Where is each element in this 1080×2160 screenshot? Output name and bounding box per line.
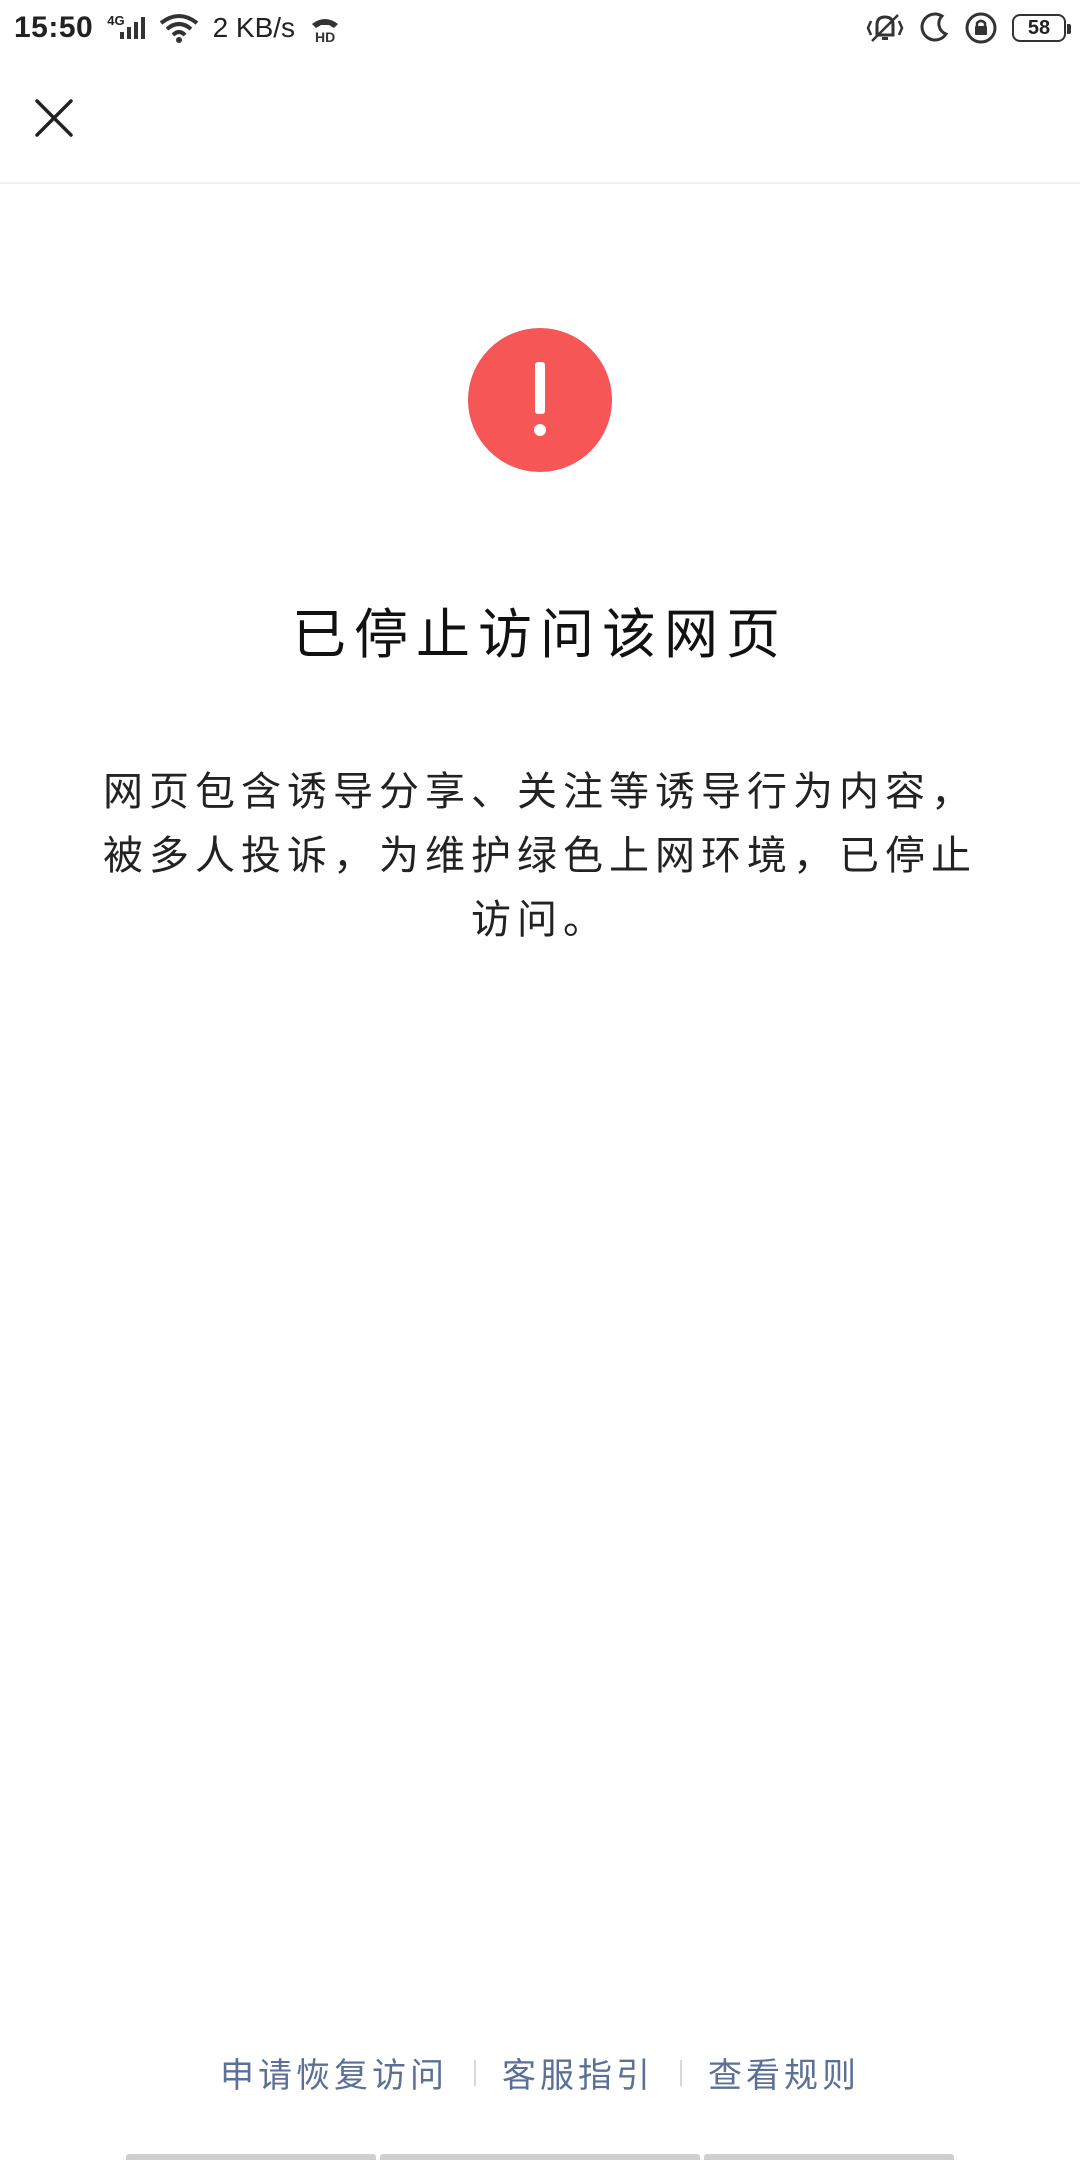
gesture-bar-left: [126, 2154, 376, 2160]
hd-call-icon: HD: [309, 12, 341, 44]
footer-divider: [474, 2059, 476, 2086]
battery-indicator: 58: [1012, 14, 1071, 42]
view-rules-link[interactable]: 查看规则: [708, 2048, 860, 2097]
wifi-icon: [159, 13, 199, 43]
close-button[interactable]: [28, 92, 80, 144]
close-icon: [35, 99, 73, 137]
status-left: 15:50 4G 2 KB/s HD: [14, 11, 341, 45]
network-speed: 2 KB/s: [212, 12, 296, 43]
alert-icon: [468, 328, 612, 472]
gesture-bar-middle: [380, 2154, 700, 2160]
rotation-lock-icon: [964, 11, 998, 45]
top-bar: [0, 56, 1080, 184]
signal-icon: 4G: [107, 13, 145, 40]
footer-links: 申请恢复访问 客服指引 查看规则: [0, 2048, 1080, 2097]
gesture-bars: [0, 2152, 1080, 2160]
status-right: 58: [866, 11, 1071, 45]
customer-service-guide-link[interactable]: 客服指引: [502, 2048, 654, 2097]
page-title: 已停止访问该网页: [292, 603, 788, 666]
status-time: 15:50: [14, 11, 94, 44]
vibrate-icon: [866, 11, 904, 45]
moon-icon: [918, 12, 950, 44]
footer-divider: [680, 2059, 682, 2086]
page-description: 网页包含诱导分享、关注等诱导行为内容，被多人投诉，为维护绿色上网环境，已停止访问…: [103, 769, 977, 943]
status-bar: 15:50 4G 2 KB/s HD 58: [0, 0, 1080, 56]
apply-restore-access-link[interactable]: 申请恢复访问: [220, 2048, 448, 2097]
battery-level: 58: [1027, 16, 1051, 39]
svg-text:HD: HD: [315, 29, 335, 44]
gesture-bar-right: [704, 2154, 954, 2160]
screen: 15:50 4G 2 KB/s HD 58 已停止访问该网页 网页包含诱导分享、…: [0, 0, 1080, 2160]
